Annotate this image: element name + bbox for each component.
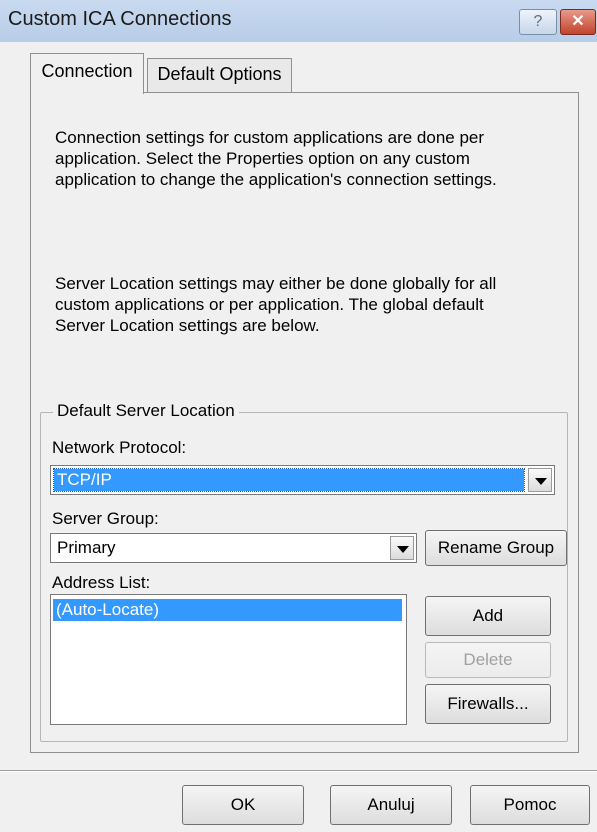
ok-button[interactable]: OK [182, 785, 304, 825]
close-icon: ✕ [571, 13, 585, 30]
server-group-label: Server Group: [52, 509, 159, 528]
tab-connection[interactable]: Connection [30, 53, 144, 94]
server-group-dropdown-button[interactable] [390, 536, 414, 560]
help-icon: ? [533, 13, 543, 30]
network-protocol-select[interactable]: TCP/IP [50, 465, 555, 495]
chevron-down-icon [535, 478, 547, 485]
help-footer-button[interactable]: Pomoc [470, 785, 590, 825]
add-button[interactable]: Add [425, 596, 551, 636]
firewalls-button[interactable]: Firewalls... [425, 684, 551, 724]
server-location-text: Server Location settings may either be d… [55, 274, 497, 335]
list-item[interactable]: (Auto-Locate) [53, 599, 402, 621]
title-bar[interactable]: Custom ICA Connections ? ✕ [0, 0, 597, 42]
address-list[interactable]: (Auto-Locate) [50, 594, 407, 725]
server-group-select[interactable]: Primary [50, 533, 417, 563]
intro-text: Connection settings for custom applicati… [55, 128, 497, 189]
server-group-value: Primary [57, 538, 116, 557]
close-button[interactable]: ✕ [560, 9, 596, 35]
network-protocol-value: TCP/IP [53, 468, 525, 492]
delete-button[interactable]: Delete [425, 642, 551, 678]
rename-group-button[interactable]: Rename Group [425, 530, 567, 566]
footer-separator [0, 770, 597, 772]
chevron-down-icon [397, 546, 409, 553]
dialog-window: Custom ICA Connections ? ✕ Connection De… [0, 0, 597, 832]
tab-default-options[interactable]: Default Options [147, 58, 292, 92]
group-title: Default Server Location [53, 401, 239, 421]
window-title: Custom ICA Connections [8, 8, 232, 30]
cancel-button[interactable]: Anuluj [330, 785, 452, 825]
help-button[interactable]: ? [519, 9, 557, 35]
network-protocol-dropdown-button[interactable] [528, 468, 552, 492]
address-list-label: Address List: [52, 573, 151, 592]
network-protocol-label: Network Protocol: [52, 438, 187, 457]
